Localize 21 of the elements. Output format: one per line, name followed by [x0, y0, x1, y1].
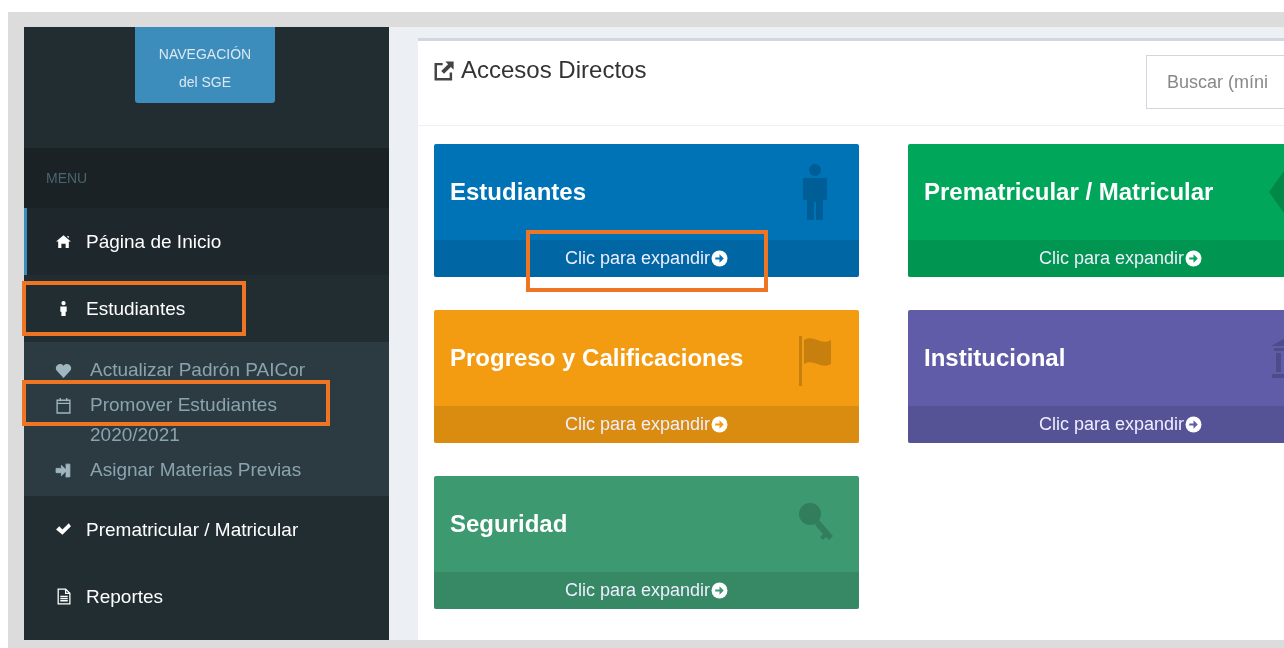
submenu-item[interactable]: Actualizar Padrón PAICor — [24, 355, 389, 385]
submenu-item[interactable]: Promover Estudiantes 2020/2021 — [24, 390, 389, 450]
shortcut-card[interactable]: Institucional Clic para expandir — [908, 310, 1284, 443]
menu-header: MENU — [24, 148, 389, 208]
shortcut-card[interactable]: Estudiantes Clic para expandir — [434, 144, 859, 277]
sidebar-item[interactable]: Página de Inicio — [24, 208, 389, 275]
submenu-item[interactable]: Asignar Materias Previas — [24, 455, 389, 485]
logo-button[interactable]: NAVEGACIÓN del SGE — [135, 27, 275, 103]
panel-title: Accesos Directos — [461, 56, 647, 84]
card-title: Progreso y Calificaciones — [450, 344, 744, 372]
sidebar-item[interactable]: Reportes — [24, 563, 389, 630]
shortcut-card[interactable]: Prematricular / Matricular Clic para expandir — [908, 144, 1284, 277]
sidebar-item[interactable]: Prematricular / Matricular — [24, 496, 389, 563]
search-field[interactable]: Buscar (míni — [1146, 55, 1284, 109]
sidebar-item[interactable]: Estudiantes — [24, 275, 389, 342]
card-title: Seguridad — [450, 510, 568, 538]
shortcut-card[interactable]: Progreso y Calificaciones Clic para expandir — [434, 310, 859, 443]
shortcut-card[interactable]: Seguridad Clic para expandir — [434, 476, 859, 609]
card-title: Institucional — [924, 344, 1066, 372]
card-title: Prematricular / Matricular — [924, 178, 1214, 206]
card-title: Estudiantes — [450, 178, 587, 206]
